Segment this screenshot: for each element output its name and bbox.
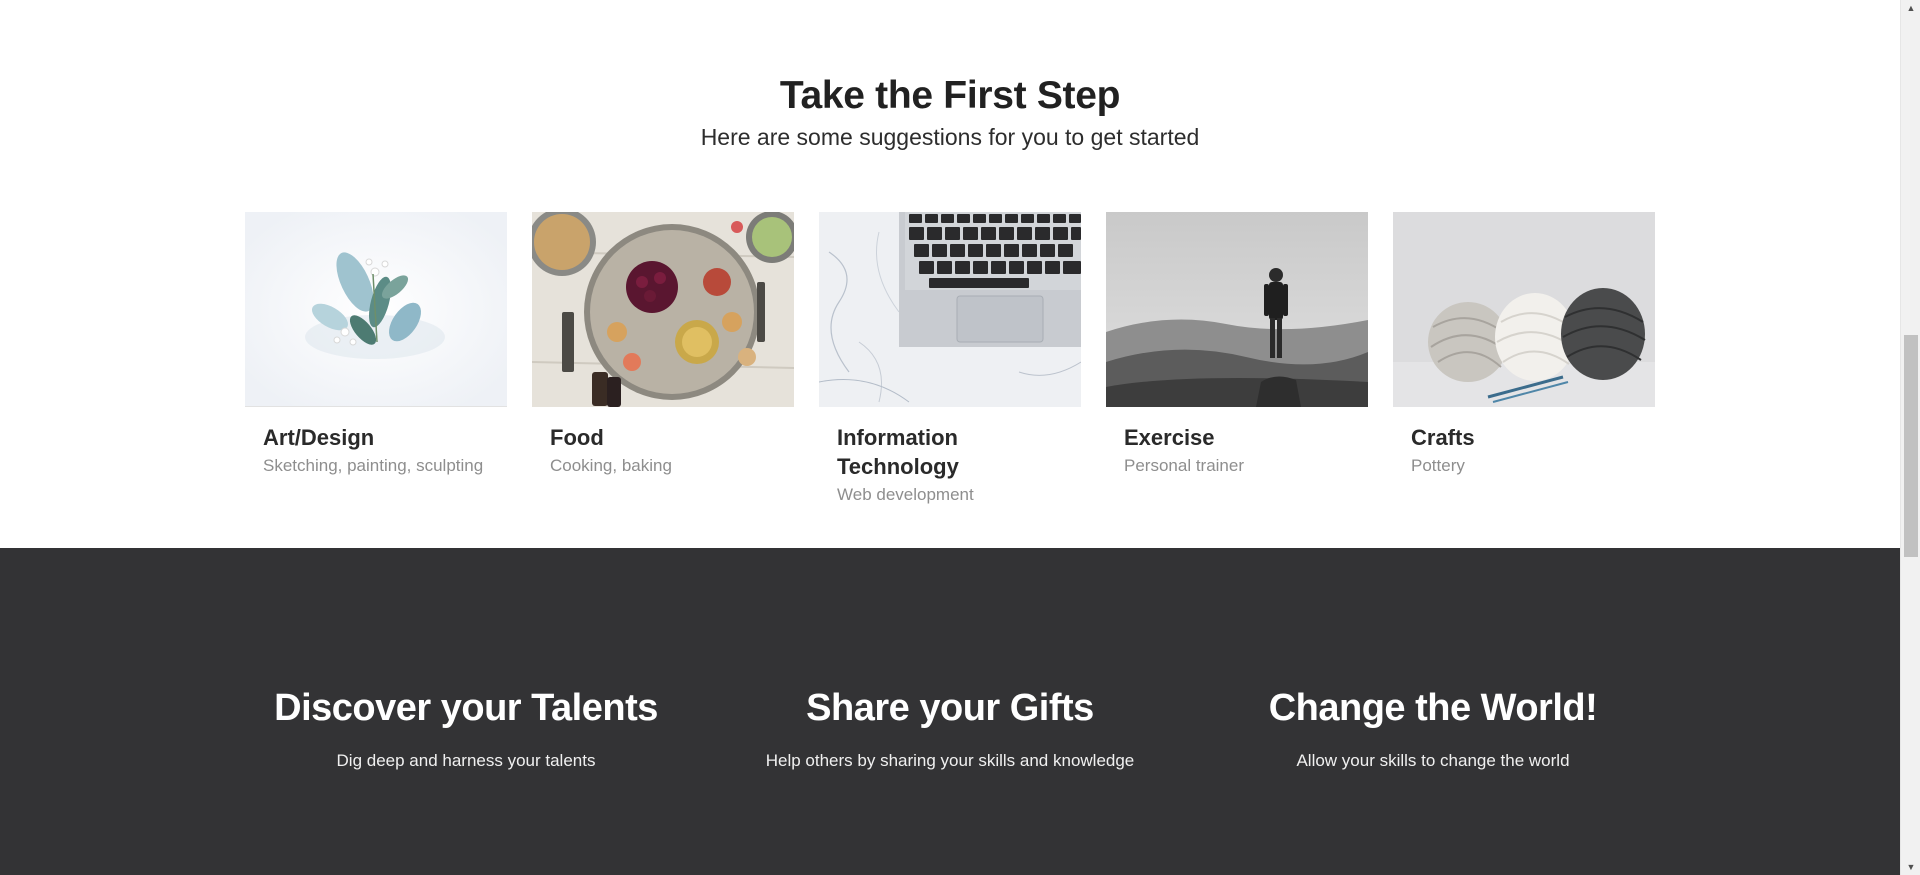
card-title[interactable]: Art/Design (263, 423, 463, 452)
card-subtitle: Sketching, painting, sculpting (263, 456, 484, 475)
scrollbar-thumb[interactable] (1904, 335, 1918, 557)
first-step-section: Take the First Step Here are some sugges… (0, 0, 1900, 548)
laptop-keyboard-photo[interactable] (819, 212, 1081, 407)
card-crafts[interactable]: Crafts Pottery (1393, 212, 1655, 477)
feature-discover: Discover your Talents Dig deep and harne… (226, 686, 706, 771)
food-platter-photo[interactable] (532, 212, 794, 407)
feature-title: Share your Gifts (806, 687, 1094, 729)
card-subtitle: Personal trainer (1124, 456, 1245, 475)
features-section: Discover your Talents Dig deep and harne… (0, 548, 1900, 875)
card-title[interactable]: Exercise (1124, 423, 1324, 452)
card-exercise[interactable]: Exercise Personal trainer (1106, 212, 1368, 477)
page: Take the First Step Here are some sugges… (0, 0, 1900, 875)
feature-title: Change the World! (1268, 687, 1598, 729)
feature-text: Help others by sharing your skills and k… (765, 751, 1135, 770)
section-title: Take the First Step (779, 74, 1121, 117)
card-title[interactable]: Crafts (1411, 423, 1611, 452)
feature-title: Discover your Talents (274, 687, 658, 729)
feature-text: Allow your skills to change the world (1296, 751, 1570, 770)
card-title[interactable]: Food (550, 423, 750, 452)
card-title[interactable]: Information Technology (837, 423, 1037, 481)
section-subtitle: Here are some suggestions for you to get… (700, 124, 1200, 150)
card-subtitle: Web development (837, 485, 974, 504)
triangle-up-icon[interactable]: ▲ (1901, 0, 1920, 16)
card-information-technology[interactable]: Information Technology Web development (819, 212, 1081, 506)
feature-text: Dig deep and harness your talents (336, 751, 596, 770)
card-subtitle: Cooking, baking (550, 456, 672, 475)
vertical-scrollbar[interactable]: ▲ ▼ (1900, 0, 1920, 875)
yarn-balls-photo[interactable] (1393, 212, 1655, 407)
feature-change: Change the World! Allow your skills to c… (1193, 686, 1673, 771)
card-art-design[interactable]: Art/Design Sketching, painting, sculptin… (245, 212, 507, 477)
suggestion-cards: Art/Design Sketching, painting, sculptin… (245, 212, 1655, 512)
feature-share: Share your Gifts Help others by sharing … (710, 686, 1190, 771)
card-subtitle: Pottery (1411, 456, 1465, 475)
hiker-mountain-photo[interactable] (1106, 212, 1368, 407)
triangle-down-icon[interactable]: ▼ (1901, 859, 1920, 875)
card-food[interactable]: Food Cooking, baking (532, 212, 794, 477)
flowers-photo[interactable] (245, 212, 507, 407)
